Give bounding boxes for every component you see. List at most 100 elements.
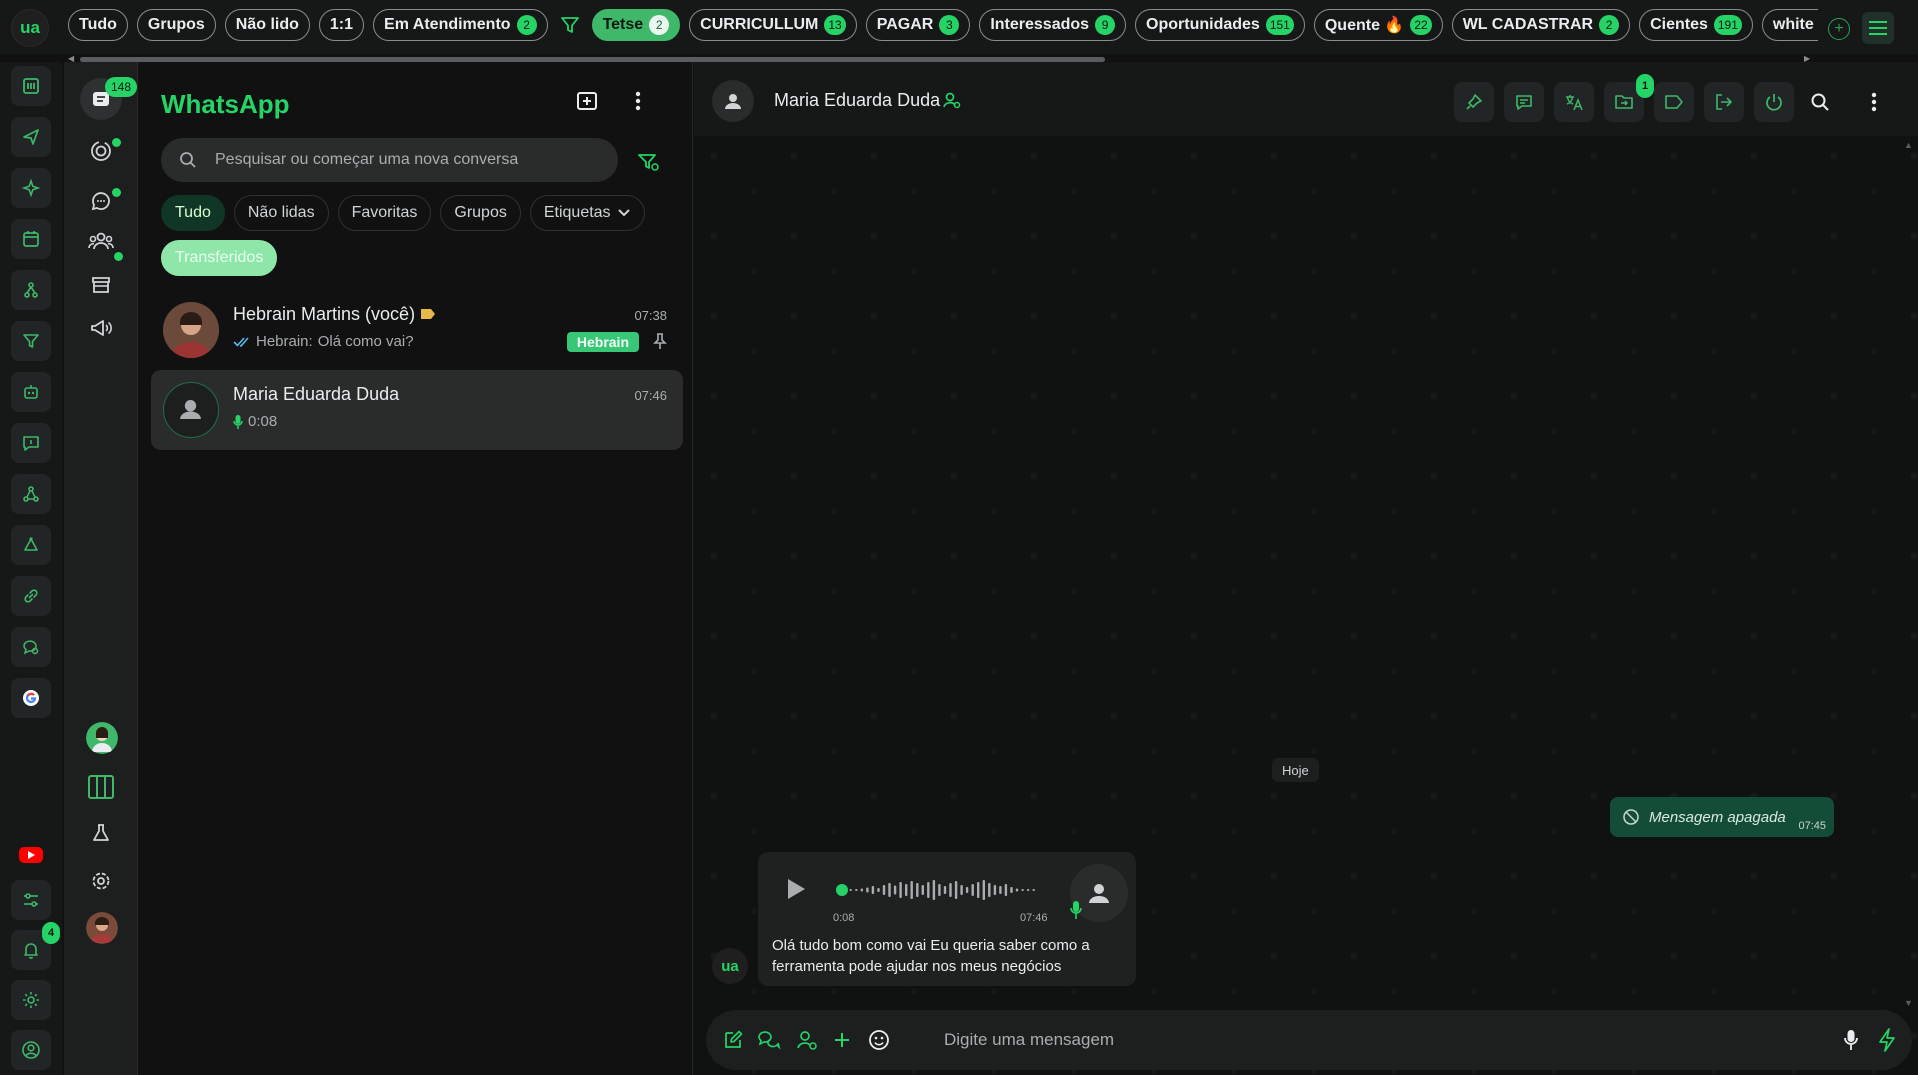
preview-sender: Hebrain: — [256, 333, 313, 350]
play-button[interactable] — [780, 874, 810, 904]
funnel-icon — [560, 17, 579, 33]
tab-7[interactable]: PAGAR 3 — [865, 9, 971, 41]
unread-filter-button[interactable] — [636, 150, 662, 176]
settings-gear-icon — [92, 872, 110, 890]
hamburger-menu-button[interactable] — [1862, 12, 1894, 44]
compose-note-button[interactable] — [718, 1025, 748, 1055]
flow-button[interactable] — [11, 270, 51, 310]
waveform-bar — [899, 882, 902, 898]
chip-favorites[interactable]: Favoritas — [337, 195, 432, 231]
deleted-message-text: Mensagem apagada — [1649, 808, 1786, 826]
send-button[interactable] — [11, 117, 51, 157]
assign-user-button[interactable] — [792, 1025, 822, 1055]
search-chat-button[interactable] — [1800, 82, 1840, 122]
bot-button[interactable] — [11, 372, 51, 412]
attach-button[interactable] — [827, 1025, 857, 1055]
contact-avatar[interactable] — [712, 80, 754, 122]
ai-button[interactable] — [11, 168, 51, 208]
tab-10[interactable]: Quente 🔥 22 — [1313, 9, 1443, 41]
waveform-bar — [982, 880, 985, 900]
power-button[interactable] — [1754, 82, 1794, 122]
megaphone-icon — [91, 320, 112, 336]
google-button[interactable] — [11, 678, 51, 718]
extension-settings-button[interactable] — [11, 980, 51, 1020]
label-button[interactable] — [1654, 82, 1694, 122]
quick-replies-button[interactable] — [11, 423, 51, 463]
chip-unread[interactable]: Não lidas — [233, 195, 329, 231]
links-button[interactable] — [11, 576, 51, 616]
playback-position-dot[interactable] — [836, 884, 848, 896]
translate-button[interactable] — [1554, 82, 1594, 122]
integration-button[interactable] — [11, 525, 51, 565]
tab-6[interactable]: CURRICULLUM 13 — [689, 9, 857, 41]
conversation-menu-button[interactable] — [1854, 82, 1894, 122]
chip-labels[interactable]: Etiquetas — [529, 195, 645, 231]
notes-button[interactable] — [1504, 82, 1544, 122]
tab-3[interactable]: 1:1 — [318, 9, 365, 41]
search-icon — [1811, 93, 1829, 111]
tab-4[interactable]: Em Atendimento 2 — [373, 9, 548, 41]
chat-list-menu-button[interactable] — [626, 85, 650, 117]
new-chat-button[interactable] — [571, 85, 603, 117]
kanban-nav-button[interactable] — [80, 766, 122, 808]
tab-8[interactable]: Interessados 9 — [979, 9, 1127, 41]
deleted-message-bubble[interactable]: Mensagem apagada 07:45 — [1610, 797, 1834, 837]
voice-record-button[interactable] — [1836, 1025, 1866, 1055]
search-input[interactable] — [213, 150, 593, 170]
channels-nav-button[interactable] — [80, 180, 122, 222]
tab-13[interactable]: white label36 — [1761, 9, 1818, 41]
message-input[interactable] — [942, 1026, 1802, 1054]
tab-filter-button[interactable] — [557, 9, 583, 41]
tab-9[interactable]: Oportunidades 151 — [1135, 9, 1305, 41]
labs-nav-button[interactable] — [80, 812, 122, 854]
webhook-button[interactable] — [11, 474, 51, 514]
dashboard-button[interactable] — [11, 66, 51, 106]
settings-nav-button[interactable] — [80, 860, 122, 902]
tab-1[interactable]: Grupos — [136, 9, 216, 41]
business-tools-nav-button[interactable] — [80, 264, 122, 306]
pin-chat-button[interactable] — [1454, 82, 1494, 122]
ads-nav-button[interactable] — [80, 307, 122, 349]
chip-all[interactable]: Tudo — [161, 195, 225, 231]
tab-2[interactable]: Não lido — [224, 9, 310, 41]
calendar-button[interactable] — [11, 219, 51, 259]
filter-button[interactable] — [11, 321, 51, 361]
chat-item-maria[interactable]: Maria Eduarda Duda 07:46 0:08 — [151, 370, 683, 450]
quick-reply-button[interactable] — [754, 1025, 784, 1055]
app-logo[interactable]: ua — [11, 9, 49, 47]
chip-transferred[interactable]: Transferidos — [161, 240, 278, 276]
waveform-bar — [993, 885, 997, 895]
message-composer — [706, 1010, 1912, 1070]
emoji-button[interactable] — [864, 1025, 894, 1055]
waveform-bar — [1015, 888, 1019, 892]
chat-search-button[interactable] — [11, 627, 51, 667]
tab-0[interactable]: Tudo — [68, 9, 128, 41]
contact-name[interactable]: Maria Eduarda Duda — [774, 90, 940, 111]
sticker-icon — [869, 1030, 889, 1050]
chip-groups[interactable]: Grupos — [440, 195, 521, 231]
channels-icon — [91, 192, 110, 211]
paper-plane-icon — [23, 129, 39, 145]
plus-icon — [835, 1033, 849, 1047]
waveform-bar — [888, 883, 891, 897]
scroll-down-arrow[interactable]: ▼ — [1904, 998, 1913, 1008]
tab-count-badge: 2 — [649, 15, 670, 35]
waveform-bar — [977, 882, 980, 898]
voice-waveform[interactable] — [836, 876, 1038, 904]
profile-avatar[interactable] — [86, 912, 118, 944]
tab-5[interactable]: Tetse 2 — [591, 9, 681, 41]
add-tab-icon[interactable]: + — [1828, 18, 1850, 40]
account-button[interactable] — [11, 1030, 51, 1070]
youtube-button[interactable] — [11, 835, 51, 875]
tab-11[interactable]: WL CADASTRAR 2 — [1451, 9, 1631, 41]
chat-item-hebrain[interactable]: Hebrain Martins (você) 07:38 Hebrain: Ol… — [151, 290, 683, 370]
status-nav-button[interactable] — [80, 130, 122, 172]
meta-ai-avatar[interactable] — [86, 722, 118, 754]
settings-sliders-button[interactable] — [11, 880, 51, 920]
funnel-icon — [23, 334, 39, 348]
close-ticket-button[interactable] — [1704, 82, 1744, 122]
quick-actions-button[interactable] — [1872, 1025, 1902, 1055]
scroll-up-arrow[interactable]: ▲ — [1904, 140, 1913, 150]
tab-12[interactable]: Cientes 191 — [1639, 9, 1753, 41]
assigned-user-icon-wrap[interactable] — [942, 90, 962, 115]
